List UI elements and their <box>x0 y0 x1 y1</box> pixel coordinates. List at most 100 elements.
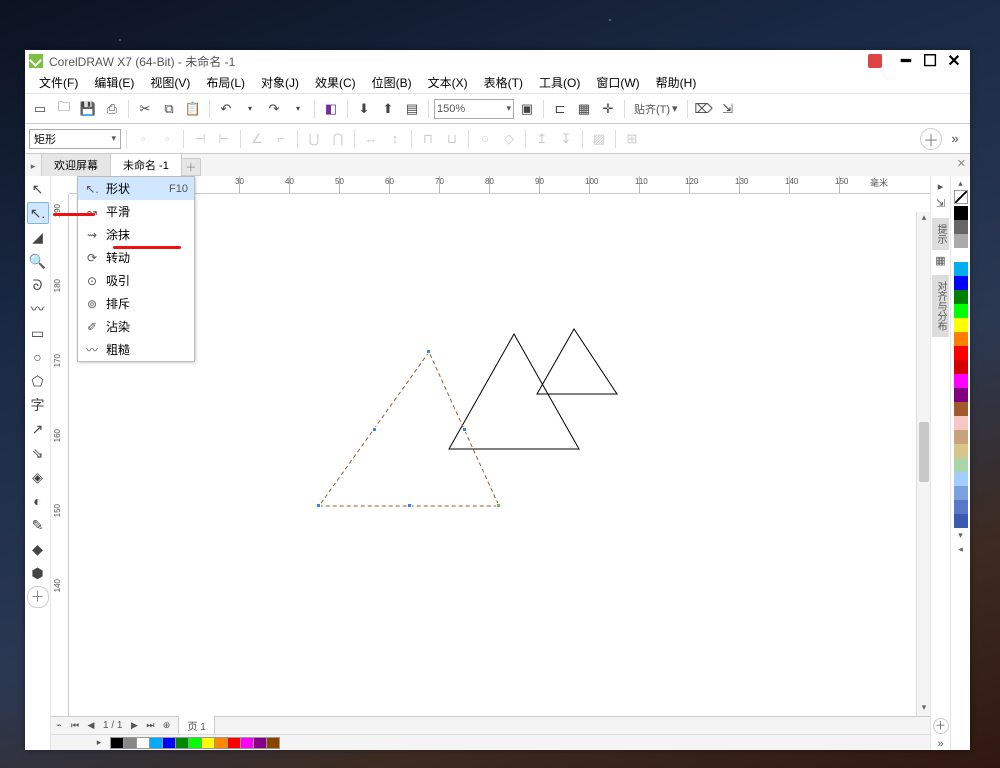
effects-tool-icon[interactable]: ◈ <box>27 466 49 488</box>
add-tab-button[interactable]: ＋ <box>181 158 201 176</box>
overflow-icon[interactable]: » <box>944 128 966 150</box>
export-icon[interactable]: ⬆ <box>377 98 399 120</box>
prop-btn-15[interactable]: ↥ <box>531 128 553 150</box>
tool-plus-icon[interactable]: ＋ <box>27 586 49 608</box>
prop-btn-6[interactable]: ⌐ <box>270 128 292 150</box>
publish-pdf-icon[interactable]: ▤ <box>401 98 423 120</box>
prop-btn-2[interactable]: ◦ <box>156 128 178 150</box>
menu-bitmap[interactable]: 位图(B) <box>364 72 420 93</box>
node-handle[interactable] <box>316 503 321 508</box>
menu-edit[interactable]: 编辑(E) <box>86 72 142 93</box>
prop-btn-13[interactable]: ○ <box>474 128 496 150</box>
triangle-small[interactable] <box>537 329 617 394</box>
color-swatch[interactable] <box>954 472 968 486</box>
freehand-tool-icon[interactable]: ᘐ <box>27 274 49 296</box>
triangle-medium[interactable] <box>449 334 579 449</box>
bottom-swatch[interactable] <box>175 737 189 749</box>
vertical-ruler[interactable]: 190180170160150140 <box>51 194 69 716</box>
redo-icon[interactable]: ↷ <box>263 98 285 120</box>
prop-btn-12[interactable]: ⊔ <box>441 128 463 150</box>
bottom-swatch[interactable] <box>136 737 150 749</box>
redo-dropdown-icon[interactable]: ▾ <box>287 98 309 120</box>
bottom-swatch[interactable] <box>227 737 241 749</box>
ellipse-tool-icon[interactable]: ○ <box>27 346 49 368</box>
copy-icon[interactable]: ⧉ <box>158 98 180 120</box>
print-icon[interactable]: ⎙ <box>101 98 123 120</box>
color-swatch[interactable] <box>954 360 968 374</box>
drawing-canvas[interactable]: ▴ ▾ <box>69 194 930 716</box>
new-icon[interactable]: ▭ <box>29 98 51 120</box>
prop-btn-1[interactable]: ◦ <box>132 128 154 150</box>
prop-btn-3[interactable]: ⊣ <box>189 128 211 150</box>
palette-down-icon[interactable]: ▾ <box>958 528 963 542</box>
scroll-up-icon[interactable]: ▴ <box>917 212 930 226</box>
docker-align[interactable]: 对齐与分布 <box>932 275 949 337</box>
save-icon[interactable]: 💾 <box>77 98 99 120</box>
options-icon[interactable]: ⌦ <box>693 98 715 120</box>
bottom-swatch[interactable] <box>110 737 124 749</box>
paste-icon[interactable]: 📋 <box>182 98 204 120</box>
import-icon[interactable]: ⬇ <box>353 98 375 120</box>
add-page-icon[interactable]: ⊕ <box>158 720 174 731</box>
smart-fill-icon[interactable]: ⬢ <box>27 562 49 584</box>
bottom-swatch[interactable] <box>240 737 254 749</box>
swatch-row-arrow-icon[interactable]: ▸ <box>91 737 107 748</box>
menu-window[interactable]: 窗口(W) <box>588 72 647 93</box>
color-swatch[interactable] <box>954 374 968 388</box>
undo-icon[interactable]: ↶ <box>215 98 237 120</box>
connector-tool-icon[interactable]: ⇘ <box>27 442 49 464</box>
bottom-swatch[interactable] <box>214 737 228 749</box>
crop-tool-icon[interactable]: ◢ <box>27 226 49 248</box>
color-swatch[interactable] <box>954 276 968 290</box>
bottom-swatch[interactable] <box>162 737 176 749</box>
prop-btn-16[interactable]: ↧ <box>555 128 577 150</box>
prop-btn-4[interactable]: ⊢ <box>213 128 235 150</box>
color-swatch[interactable] <box>954 304 968 318</box>
color-swatch[interactable] <box>954 290 968 304</box>
menu-layout[interactable]: 布局(L) <box>198 72 253 93</box>
open-icon[interactable]: 🗀 <box>53 98 75 120</box>
menu-help[interactable]: 帮助(H) <box>648 72 705 93</box>
palette-expand-icon[interactable]: ◂ <box>958 542 963 556</box>
cut-icon[interactable]: ✂ <box>134 98 156 120</box>
scroll-down-icon[interactable]: ▾ <box>917 702 930 716</box>
prop-btn-18[interactable]: ⊞ <box>621 128 643 150</box>
user-icon[interactable] <box>868 54 882 68</box>
shape-select[interactable]: 矩形 <box>29 129 121 149</box>
prop-btn-17[interactable]: ▨ <box>588 128 610 150</box>
color-swatch[interactable] <box>954 500 968 514</box>
docker-expand-icon[interactable]: ⇲ <box>936 197 945 210</box>
pick-tool-icon[interactable]: ↖ <box>27 178 49 200</box>
prop-btn-7[interactable]: ⋃ <box>303 128 325 150</box>
rulers-icon[interactable]: ⊏ <box>549 98 571 120</box>
pager-prev-icon[interactable]: ◀ <box>83 720 99 731</box>
docker-plus-icon[interactable]: ＋ <box>933 718 949 734</box>
close-tab-icon[interactable]: ✕ <box>957 157 966 170</box>
search-content-icon[interactable]: ◧ <box>320 98 342 120</box>
node-handle[interactable] <box>462 427 467 432</box>
vertical-scrollbar[interactable]: ▴ ▾ <box>916 212 930 716</box>
menu-file[interactable]: 文件(F) <box>31 72 86 93</box>
color-swatch[interactable] <box>954 458 968 472</box>
add-prop-button[interactable]: ＋ <box>920 128 942 150</box>
page-tab-1[interactable]: 页 1 <box>178 715 214 736</box>
prop-btn-8[interactable]: ⋂ <box>327 128 349 150</box>
color-swatch[interactable] <box>954 402 968 416</box>
triangle-large-selected[interactable] <box>319 352 499 506</box>
rectangle-tool-icon[interactable]: ▭ <box>27 322 49 344</box>
zoom-tool-icon[interactable]: 🔍 <box>27 250 49 272</box>
color-swatch[interactable] <box>954 220 968 234</box>
bottom-swatch[interactable] <box>266 737 280 749</box>
color-swatch[interactable] <box>954 346 968 360</box>
bottom-swatches[interactable] <box>111 737 280 749</box>
tab-welcome[interactable]: 欢迎屏幕 <box>41 153 111 176</box>
color-swatch[interactable] <box>954 444 968 458</box>
color-swatch[interactable] <box>954 248 968 262</box>
flyout-repel[interactable]: ⊚ 排斥 <box>78 292 194 315</box>
menu-object[interactable]: 对象(J) <box>253 72 307 93</box>
bottom-swatch[interactable] <box>201 737 215 749</box>
node-handle[interactable] <box>426 349 431 354</box>
docker-overflow-icon[interactable]: » <box>937 738 943 750</box>
bottom-swatch[interactable] <box>149 737 163 749</box>
guides-icon[interactable]: ✛ <box>597 98 619 120</box>
